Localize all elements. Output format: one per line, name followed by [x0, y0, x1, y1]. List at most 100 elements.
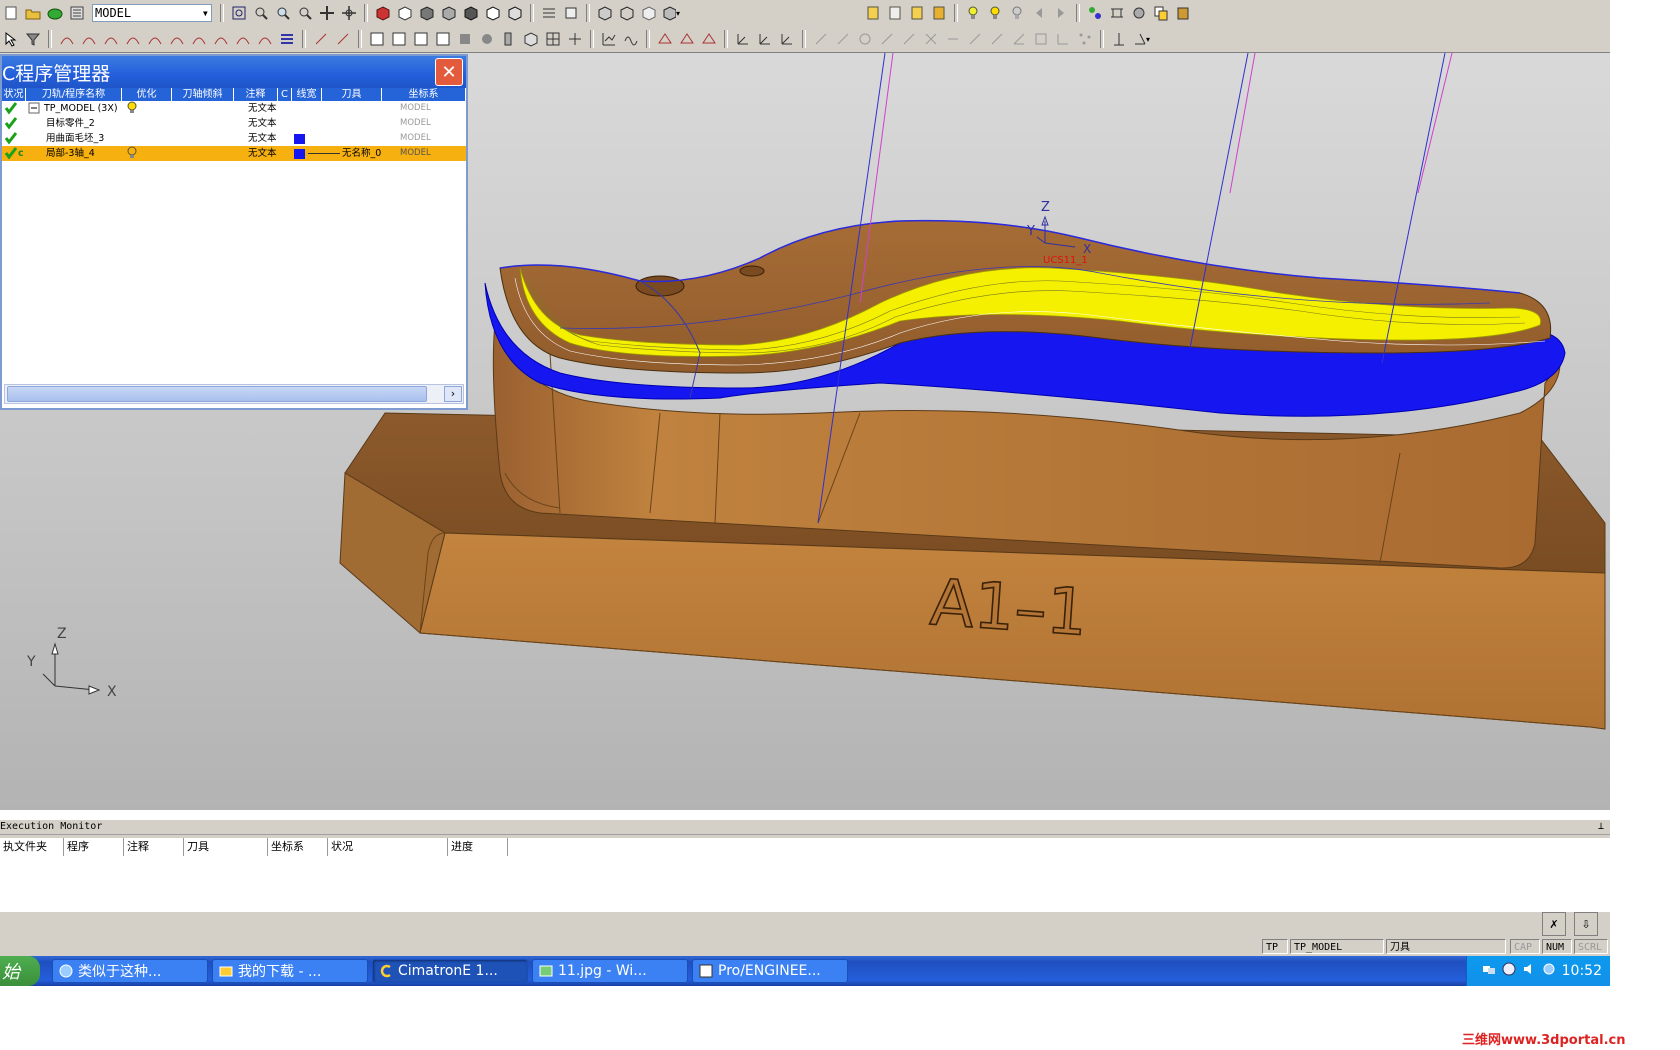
- curve-tool-1-icon[interactable]: [58, 30, 76, 48]
- wireframe-icon[interactable]: [618, 4, 636, 22]
- scrollbar-thumb[interactable]: [7, 386, 427, 402]
- bulb-on-icon[interactable]: [986, 4, 1004, 22]
- view-back-icon[interactable]: [484, 4, 502, 22]
- taskbar-item[interactable]: Pro/ENGINEE...: [692, 959, 848, 983]
- chat-icon[interactable]: [1502, 962, 1516, 980]
- render-mode-icon[interactable]: ▾: [662, 4, 680, 22]
- nc-report-icon[interactable]: [930, 4, 948, 22]
- window-tool-3-icon[interactable]: [412, 30, 430, 48]
- settings-icon[interactable]: [1130, 4, 1148, 22]
- axis-tool-3-icon[interactable]: [778, 30, 796, 48]
- table-row[interactable]: 用曲面毛坯_3 无文本 MODEL: [2, 131, 466, 146]
- frame-tool-icon[interactable]: [1032, 30, 1050, 48]
- layer-icon[interactable]: [540, 4, 558, 22]
- trim-tool-icon[interactable]: [944, 30, 962, 48]
- color-swatch[interactable]: [294, 134, 305, 144]
- collapse-icon[interactable]: [28, 101, 40, 116]
- model-select[interactable]: MODEL ▾: [92, 4, 212, 22]
- color-swatch[interactable]: [294, 149, 305, 159]
- paste-icon[interactable]: [1174, 4, 1192, 22]
- volume-icon[interactable]: [1522, 962, 1536, 980]
- hidden-line-icon[interactable]: [640, 4, 658, 22]
- plus-tool-icon[interactable]: [566, 30, 584, 48]
- clock[interactable]: 10:52: [1562, 963, 1602, 979]
- view-left-icon[interactable]: [462, 4, 480, 22]
- taskbar-item-active[interactable]: CimatronE 1...: [372, 959, 528, 983]
- settings-icon[interactable]: [1542, 962, 1556, 980]
- col-status[interactable]: 状况: [2, 88, 26, 101]
- zoom-in-icon[interactable]: [274, 4, 292, 22]
- scatter-tool-icon[interactable]: [1076, 30, 1094, 48]
- square-tool-icon[interactable]: [456, 30, 474, 48]
- arrow-back-icon[interactable]: [1030, 4, 1048, 22]
- pan-icon[interactable]: [318, 4, 336, 22]
- chart-tool-icon[interactable]: [600, 30, 618, 48]
- surface-tool-2-icon[interactable]: [678, 30, 696, 48]
- view-iso-icon[interactable]: [374, 4, 392, 22]
- model-tree-icon[interactable]: [68, 4, 86, 22]
- arrow-forward-icon[interactable]: [1052, 4, 1070, 22]
- curve-tool-7-icon[interactable]: [190, 30, 208, 48]
- surface-tool-3-icon[interactable]: [700, 30, 718, 48]
- copy-icon[interactable]: [1152, 4, 1170, 22]
- col-tool[interactable]: 刀具: [322, 88, 382, 101]
- col-optimize[interactable]: 优化: [122, 88, 172, 101]
- network-icon[interactable]: [1482, 962, 1496, 980]
- measure-icon[interactable]: [1108, 4, 1126, 22]
- taskbar-item[interactable]: 类似于这种...: [52, 959, 208, 983]
- table-row[interactable]: 目标零件_2 无文本 MODEL: [2, 116, 466, 131]
- nc-manager-titlebar[interactable]: C程序管理器 ✕: [2, 56, 466, 88]
- nc-tool-2-icon[interactable]: [334, 30, 352, 48]
- scroll-right-icon[interactable]: ›: [444, 386, 462, 402]
- nc-tool-1-icon[interactable]: [312, 30, 330, 48]
- window-tool-1-icon[interactable]: [368, 30, 386, 48]
- col-exec-tool[interactable]: 刀具: [184, 838, 268, 856]
- zoom-window-icon[interactable]: [252, 4, 270, 22]
- box-tool-icon[interactable]: [522, 30, 540, 48]
- curve-tool-8-icon[interactable]: [212, 30, 230, 48]
- green-part-icon[interactable]: [46, 4, 64, 22]
- tool-change-icon[interactable]: [1086, 4, 1104, 22]
- curve-tool-10-icon[interactable]: [256, 30, 274, 48]
- taskbar-item[interactable]: 我的下载 - ...: [212, 959, 368, 983]
- view-bottom-icon[interactable]: [506, 4, 524, 22]
- filter-icon[interactable]: [24, 30, 42, 48]
- zoom-all-icon[interactable]: [230, 4, 248, 22]
- bulb-off-icon[interactable]: [1008, 4, 1026, 22]
- plot-icon[interactable]: [864, 4, 882, 22]
- offset-tool-icon[interactable]: [966, 30, 984, 48]
- document-icon[interactable]: [886, 4, 904, 22]
- window-tool-2-icon[interactable]: [390, 30, 408, 48]
- table-row-selected[interactable]: c 局部-3轴_4 无文本 无名称_0 MODEL: [2, 146, 466, 161]
- wave-tool-icon[interactable]: [622, 30, 640, 48]
- col-c[interactable]: C: [278, 88, 292, 101]
- report-icon[interactable]: [908, 4, 926, 22]
- curve-tool-2-icon[interactable]: [80, 30, 98, 48]
- close-button[interactable]: ✕: [435, 58, 463, 86]
- curve-tool-6-icon[interactable]: [168, 30, 186, 48]
- show-hide-icon[interactable]: [562, 4, 580, 22]
- start-button[interactable]: 始: [0, 956, 40, 986]
- grid-tool-icon[interactable]: [544, 30, 562, 48]
- cross-tool-icon[interactable]: [922, 30, 940, 48]
- view-right-icon[interactable]: [440, 4, 458, 22]
- pin-icon[interactable]: ⊥: [1598, 820, 1604, 834]
- line-tool-2-icon[interactable]: [834, 30, 852, 48]
- col-exec-coord[interactable]: 坐标系: [268, 838, 328, 856]
- ucs-tool-icon[interactable]: [1110, 30, 1128, 48]
- xyz-tool-icon[interactable]: [1054, 30, 1072, 48]
- curve-tool-4-icon[interactable]: [124, 30, 142, 48]
- line-tool-4-icon[interactable]: [900, 30, 918, 48]
- col-exec-note[interactable]: 注释: [124, 838, 184, 856]
- pin-tool-icon[interactable]: [500, 30, 518, 48]
- view-top-icon[interactable]: [418, 4, 436, 22]
- curve-tool-9-icon[interactable]: [234, 30, 252, 48]
- rotate-icon[interactable]: [340, 4, 358, 22]
- circle-outline-icon[interactable]: [856, 30, 874, 48]
- zoom-icon[interactable]: [296, 4, 314, 22]
- new-file-icon[interactable]: [2, 4, 20, 22]
- taskbar-item[interactable]: 11.jpg - Wi...: [532, 959, 688, 983]
- col-exec-program[interactable]: 程序: [64, 838, 124, 856]
- horizontal-scrollbar[interactable]: ›: [4, 384, 464, 404]
- view-front-icon[interactable]: [396, 4, 414, 22]
